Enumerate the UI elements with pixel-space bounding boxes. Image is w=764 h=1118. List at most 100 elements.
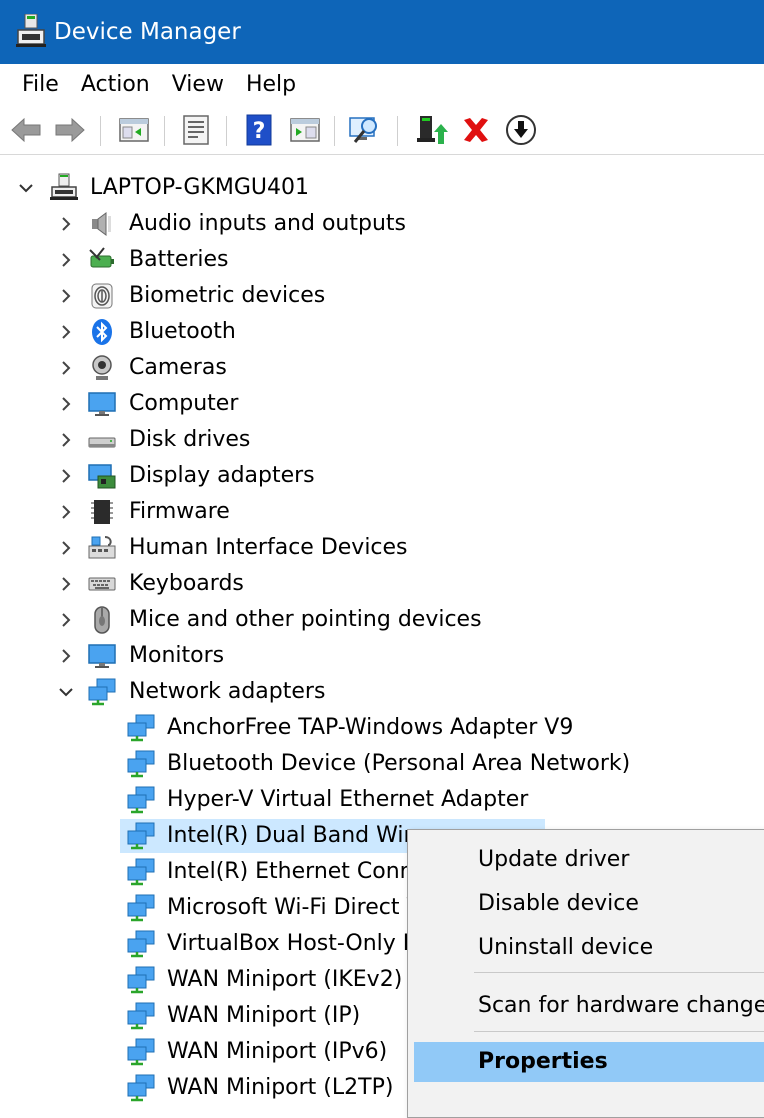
window-title: Device Manager (54, 19, 241, 45)
network-adapter-label: Intel(R) Dual Band Wire (167, 823, 426, 848)
tree-category-row[interactable]: Human Interface Devices (0, 530, 764, 566)
tree-category-label: Keyboards (129, 571, 244, 596)
network-adapter-label: Hyper-V Virtual Ethernet Adapter (167, 787, 529, 812)
tree-category-label: Audio inputs and outputs (129, 211, 406, 236)
chevron-right-icon[interactable] (58, 360, 74, 376)
chevron-down-icon[interactable] (58, 684, 74, 700)
network-adapter-icon (127, 1074, 155, 1102)
back-arrow-icon[interactable] (10, 114, 42, 146)
action-pane-icon[interactable] (289, 114, 321, 146)
network-adapter-label: Microsoft Wi-Fi Direct V (167, 895, 422, 920)
device-manager-icon (16, 14, 46, 47)
tree-category-label: Computer (129, 391, 239, 416)
ctx-properties[interactable]: Properties (414, 1042, 764, 1082)
network-adapter-icon (127, 822, 155, 850)
tree-category-row[interactable]: Bluetooth (0, 314, 764, 350)
network-adapter-row[interactable]: Hyper-V Virtual Ethernet Adapter (0, 782, 764, 818)
tree-category-row[interactable]: Network adapters (0, 674, 764, 710)
ctx-disable-device[interactable]: Disable device (408, 884, 764, 924)
scan-hardware-icon[interactable] (349, 114, 381, 146)
tree-category-label: Monitors (129, 643, 225, 668)
keyboard-icon (88, 577, 116, 591)
chevron-right-icon[interactable] (58, 396, 74, 412)
tree-category-label: Network adapters (129, 679, 326, 704)
network-adapter-label: WAN Miniport (IP) (167, 1003, 361, 1028)
show-hide-console-tree-icon[interactable] (118, 114, 150, 146)
network-adapter-icon (127, 894, 155, 922)
chevron-right-icon[interactable] (58, 432, 74, 448)
speaker-icon (92, 212, 111, 236)
network-adapter-label: WAN Miniport (L2TP) (167, 1075, 394, 1100)
properties-icon[interactable] (180, 114, 212, 146)
ctx-update-driver[interactable]: Update driver (408, 840, 764, 880)
network-adapter-icon (127, 714, 155, 742)
tree-category-row[interactable]: Keyboards (0, 566, 764, 602)
chevron-right-icon[interactable] (58, 504, 74, 520)
tree-category-row[interactable]: Firmware (0, 494, 764, 530)
network-adapter-label: VirtualBox Host-Only Et (167, 931, 426, 956)
network-adapter-icon (127, 1038, 155, 1066)
tree-category-label: Human Interface Devices (129, 535, 408, 560)
context-menu: Update driver Disable device Uninstall d… (407, 829, 764, 1118)
computer-monitor-icon (88, 392, 116, 416)
disk-drive-icon (88, 437, 116, 448)
tree-category-row[interactable]: Computer (0, 386, 764, 422)
tree-category-row[interactable]: Mice and other pointing devices (0, 602, 764, 638)
chevron-right-icon[interactable] (58, 288, 74, 304)
ctx-scan-hardware[interactable]: Scan for hardware changes (408, 986, 764, 1026)
title-bar: Device Manager (0, 0, 764, 64)
toolbar: ? (0, 106, 764, 155)
chevron-down-icon[interactable] (18, 180, 34, 196)
download-driver-icon[interactable] (505, 114, 537, 146)
network-adapter-icon (127, 966, 155, 994)
help-icon[interactable]: ? (243, 114, 275, 146)
svg-text:?: ? (253, 119, 266, 144)
network-adapter-row[interactable]: Bluetooth Device (Personal Area Network) (0, 746, 764, 782)
hid-icon (88, 536, 116, 559)
chevron-right-icon[interactable] (58, 252, 74, 268)
tree-root-label: LAPTOP-GKMGU401 (90, 175, 309, 200)
menu-help[interactable]: Help (235, 64, 307, 106)
tree-category-row[interactable]: Display adapters (0, 458, 764, 494)
display-adapter-icon (88, 464, 116, 489)
tree-category-row[interactable]: Disk drives (0, 422, 764, 458)
network-adapter-icon (127, 786, 155, 814)
chevron-right-icon[interactable] (58, 540, 74, 556)
network-adapter-icon (88, 678, 116, 706)
battery-icon (89, 247, 114, 268)
tree-category-label: Mice and other pointing devices (129, 607, 482, 632)
network-adapter-label: WAN Miniport (IKEv2) (167, 967, 403, 992)
tree-category-label: Biometric devices (129, 283, 326, 308)
mouse-icon (94, 606, 110, 634)
chevron-right-icon[interactable] (58, 468, 74, 484)
tree-category-label: Display adapters (129, 463, 315, 488)
tree-category-row[interactable]: Audio inputs and outputs (0, 206, 764, 242)
tree-root-row[interactable]: LAPTOP-GKMGU401 (0, 170, 764, 206)
update-driver-icon[interactable] (416, 114, 448, 146)
chevron-right-icon[interactable] (58, 648, 74, 664)
chevron-right-icon[interactable] (58, 576, 74, 592)
tree-category-row[interactable]: Cameras (0, 350, 764, 386)
ctx-separator (474, 1031, 764, 1032)
network-adapter-label: Bluetooth Device (Personal Area Network) (167, 751, 631, 776)
ctx-uninstall-device[interactable]: Uninstall device (408, 928, 764, 968)
menu-file[interactable]: File (0, 64, 70, 106)
menu-view[interactable]: View (161, 64, 235, 106)
network-adapter-icon (127, 1002, 155, 1030)
forward-arrow-icon[interactable] (54, 114, 86, 146)
network-adapter-label: AnchorFree TAP-Windows Adapter V9 (167, 715, 574, 740)
tree-category-row[interactable]: Batteries (0, 242, 764, 278)
chevron-right-icon[interactable] (58, 324, 74, 340)
chip-icon (91, 500, 113, 524)
ctx-separator (474, 972, 764, 973)
menu-bar: File Action View Help (0, 64, 764, 106)
tree-category-row[interactable]: Biometric devices (0, 278, 764, 314)
computer-root-icon (50, 173, 78, 200)
tree-category-label: Batteries (129, 247, 229, 272)
chevron-right-icon[interactable] (58, 216, 74, 232)
uninstall-device-icon[interactable] (460, 114, 492, 146)
menu-action[interactable]: Action (70, 64, 161, 106)
chevron-right-icon[interactable] (58, 612, 74, 628)
tree-category-row[interactable]: Monitors (0, 638, 764, 674)
network-adapter-row[interactable]: AnchorFree TAP-Windows Adapter V9 (0, 710, 764, 746)
